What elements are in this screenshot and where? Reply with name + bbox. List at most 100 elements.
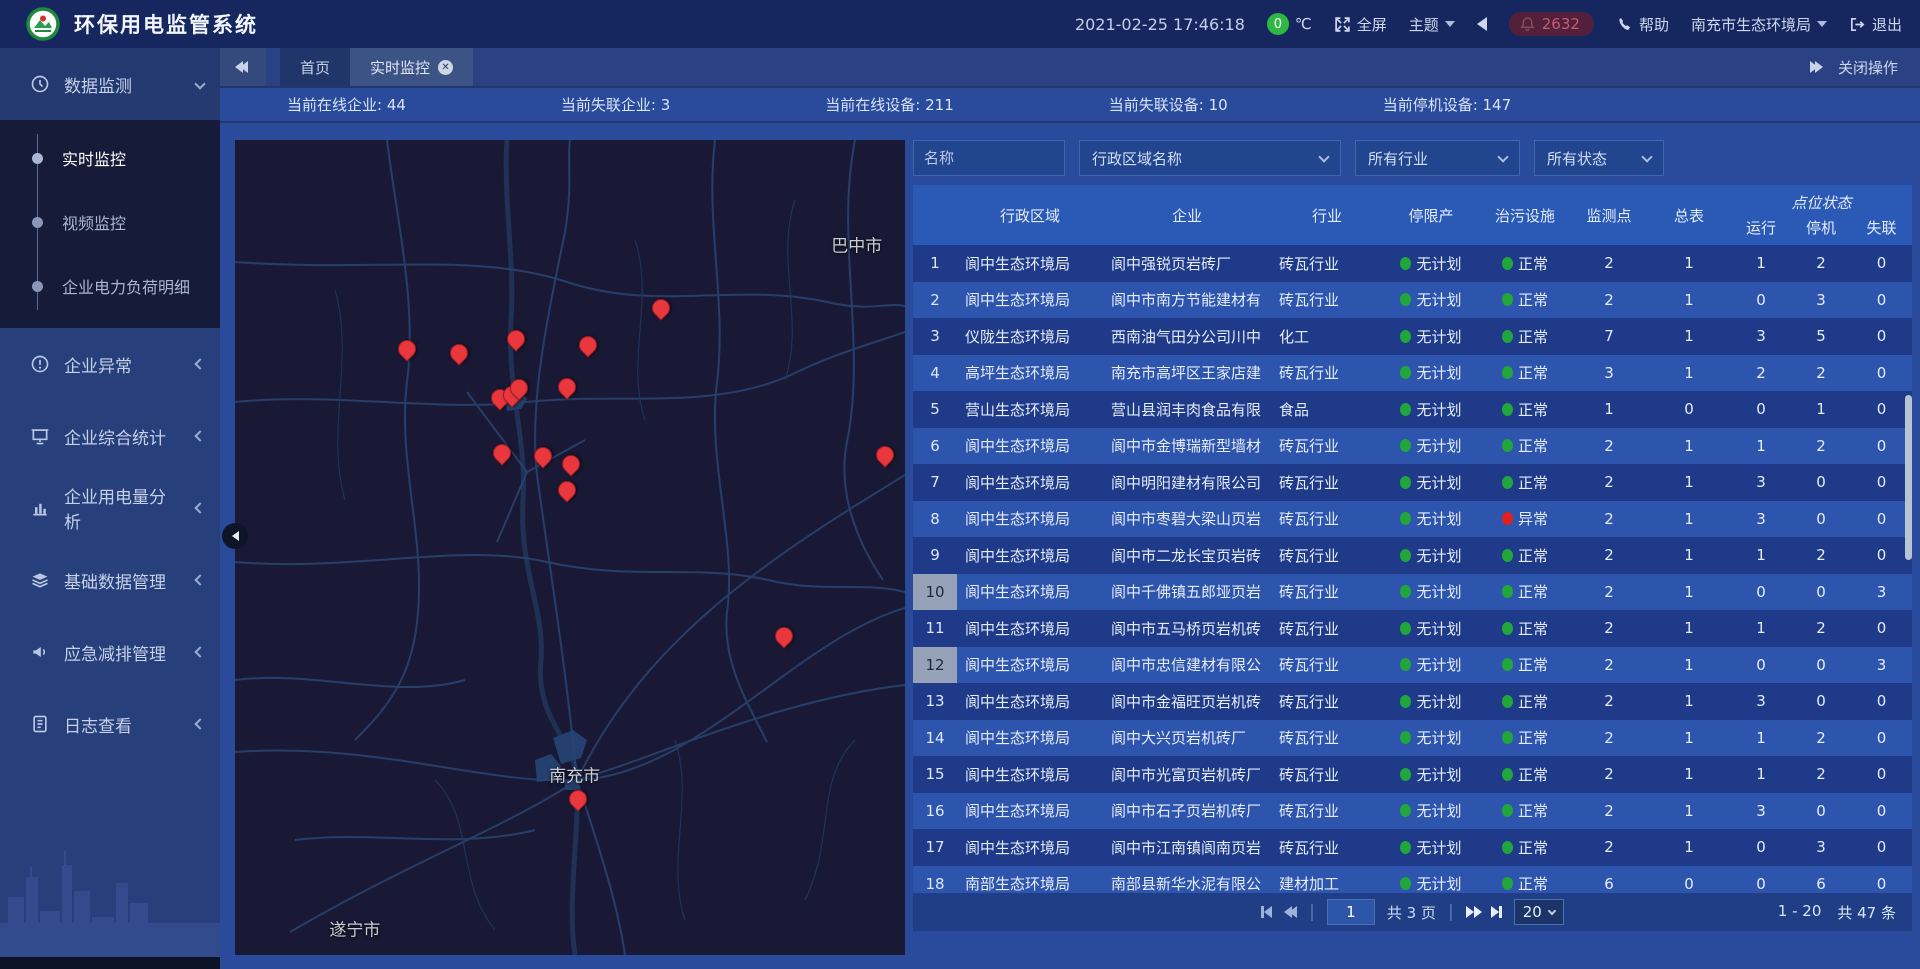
cell-industry: 砖瓦行业 xyxy=(1271,574,1383,611)
cell-running: 1 xyxy=(1731,720,1791,757)
logout-button[interactable]: 退出 xyxy=(1849,14,1902,35)
table-row[interactable]: 3 仪陇生态环境局 西南油气田分公司川中 化工 无计划 正常 7 1 3 5 0 xyxy=(913,318,1912,355)
cell-running: 3 xyxy=(1731,464,1791,501)
sidebar-item-1[interactable]: 企业异常 xyxy=(0,328,220,400)
page-title: 环保用电监管系统 xyxy=(74,9,258,39)
row-index: 9 xyxy=(913,537,957,574)
pagination-divider: | xyxy=(1309,902,1315,922)
name-filter-input[interactable] xyxy=(913,140,1065,176)
page-number-input[interactable] xyxy=(1327,899,1375,925)
cell-monitor-points: 2 xyxy=(1571,537,1647,574)
column-header[interactable]: 行业 xyxy=(1271,185,1383,245)
table-row[interactable]: 10 阆中生态环境局 阆中千佛镇五郎垭页岩 砖瓦行业 无计划 正常 2 1 0 … xyxy=(913,574,1912,611)
cell-company: 阆中市金福旺页岩机砖 xyxy=(1103,683,1271,720)
sidebar-item-0[interactable]: 数据监测 xyxy=(0,48,220,120)
cell-total-meters: 1 xyxy=(1647,537,1731,574)
status-dot xyxy=(1502,476,1513,489)
table-row[interactable]: 13 阆中生态环境局 阆中市金福旺页岩机砖 砖瓦行业 无计划 正常 2 1 3 … xyxy=(913,683,1912,720)
cell-offline: 0 xyxy=(1851,610,1912,647)
page-size-select[interactable]: 20 xyxy=(1514,899,1564,925)
table-row[interactable]: 11 阆中生态环境局 阆中市五马桥页岩机砖 砖瓦行业 无计划 正常 2 1 1 … xyxy=(913,610,1912,647)
column-header[interactable]: 总表 xyxy=(1647,185,1731,245)
fullscreen-button[interactable]: 全屏 xyxy=(1334,14,1387,35)
sidebar-subitem[interactable]: 实时监控 xyxy=(0,126,220,190)
cell-stopped: 0 xyxy=(1791,501,1851,538)
status-dot xyxy=(1400,585,1411,598)
stat-item: 当前在线设备: 211 xyxy=(825,94,953,115)
table-row[interactable]: 2 阆中生态环境局 阆中市南方节能建材有 砖瓦行业 无计划 正常 2 1 0 3… xyxy=(913,282,1912,319)
tab-1[interactable]: 实时监控 ✕ xyxy=(350,48,473,86)
next-page-button[interactable] xyxy=(1466,906,1479,918)
tab-close-icon[interactable]: ✕ xyxy=(438,60,453,75)
last-page-button[interactable] xyxy=(1491,906,1502,918)
table-row[interactable]: 12 阆中生态环境局 阆中市忠信建材有限公 砖瓦行业 无计划 正常 2 1 0 … xyxy=(913,647,1912,684)
sidebar-group: 企业综合统计 xyxy=(0,400,220,472)
column-subheader[interactable]: 停机 xyxy=(1791,215,1851,245)
status-dot xyxy=(1400,330,1411,343)
column-header[interactable]: 行政区域 xyxy=(957,185,1103,245)
table-row[interactable]: 9 阆中生态环境局 阆中市二龙长宝页岩砖 砖瓦行业 无计划 正常 2 1 1 2… xyxy=(913,537,1912,574)
table-row[interactable]: 5 营山生态环境局 营山县润丰肉食品有限 食品 无计划 正常 1 0 0 1 0 xyxy=(913,391,1912,428)
theme-dropdown[interactable]: 主题 xyxy=(1409,14,1455,35)
map-panel[interactable]: 巴中市南充市遂宁市 xyxy=(235,140,905,955)
status-filter-select[interactable]: 所有状态 xyxy=(1534,140,1664,176)
tab-0[interactable]: 首页 xyxy=(280,48,350,86)
table-row[interactable]: 14 阆中生态环境局 阆中大兴页岩机砖厂 砖瓦行业 无计划 正常 2 1 1 2… xyxy=(913,720,1912,757)
sidebar: 数据监测 实时监控 视频监控 企业电力负荷明细 企业异常 企业综合统计 企业用电… xyxy=(0,48,220,969)
table-row[interactable]: 18 南部生态环境局 南部县新华水泥有限公 建材加工 无计划 正常 6 0 0 … xyxy=(913,866,1912,894)
user-org-dropdown[interactable]: 南充市生态环境局 xyxy=(1691,14,1827,35)
first-page-button[interactable] xyxy=(1261,906,1272,918)
table-row[interactable]: 4 高坪生态环境局 南充市高坪区王家店建 砖瓦行业 无计划 正常 3 1 2 2… xyxy=(913,355,1912,392)
industry-filter-select[interactable]: 所有行业 xyxy=(1355,140,1520,176)
sidebar-subitem[interactable]: 视频监控 xyxy=(0,190,220,254)
cell-stopped: 1 xyxy=(1791,391,1851,428)
column-header[interactable]: 治污设施 xyxy=(1479,185,1571,245)
sidebar-item-4[interactable]: 基础数据管理 xyxy=(0,544,220,616)
sidebar-item-5[interactable]: 应急减排管理 xyxy=(0,616,220,688)
sidebar-item-3[interactable]: 企业用电量分析 xyxy=(0,472,220,544)
row-index: 11 xyxy=(913,610,957,647)
cell-stopped: 0 xyxy=(1791,683,1851,720)
cell-company: 西南油气田分公司川中 xyxy=(1103,318,1271,355)
table-row[interactable]: 16 阆中生态环境局 阆中市石子页岩机砖厂 砖瓦行业 无计划 正常 2 1 3 … xyxy=(913,793,1912,830)
cell-monitor-points: 2 xyxy=(1571,464,1647,501)
table-row[interactable]: 8 阆中生态环境局 阆中市枣碧大梁山页岩 砖瓦行业 无计划 异常 2 1 3 0… xyxy=(913,501,1912,538)
tabs-scroll-left-button[interactable] xyxy=(220,48,266,86)
close-operations-dropdown[interactable]: 关闭操作 xyxy=(1838,57,1898,78)
table-row[interactable]: 1 阆中生态环境局 阆中强锐页岩砖厂 砖瓦行业 无计划 正常 2 1 1 2 0 xyxy=(913,245,1912,282)
tabs-scroll-right-button[interactable] xyxy=(1810,61,1820,73)
cell-total-meters: 1 xyxy=(1647,720,1731,757)
column-subheader[interactable]: 失联 xyxy=(1851,215,1912,245)
map-collapse-toggle[interactable] xyxy=(222,523,248,549)
column-header[interactable]: 企业 xyxy=(1103,185,1271,245)
prev-page-button[interactable] xyxy=(1284,906,1297,918)
sidebar-group: 日志查看 xyxy=(0,688,220,760)
column-header[interactable]: 监测点 xyxy=(1571,185,1647,245)
cell-industry: 建材加工 xyxy=(1271,866,1383,894)
cell-total-meters: 1 xyxy=(1647,355,1731,392)
notification-badge[interactable]: 2632 xyxy=(1509,12,1594,36)
sidebar-item-2[interactable]: 企业综合统计 xyxy=(0,400,220,472)
cell-industry: 砖瓦行业 xyxy=(1271,720,1383,757)
column-subheader[interactable]: 运行 xyxy=(1731,215,1791,245)
table-row[interactable]: 17 阆中生态环境局 阆中市江南镇阆南页岩 砖瓦行业 无计划 正常 2 1 0 … xyxy=(913,829,1912,866)
table-row[interactable]: 15 阆中生态环境局 阆中市光富页岩机砖厂 砖瓦行业 无计划 正常 2 1 1 … xyxy=(913,756,1912,793)
cell-total-meters: 1 xyxy=(1647,464,1731,501)
cell-stopped: 0 xyxy=(1791,793,1851,830)
cell-industry: 砖瓦行业 xyxy=(1271,829,1383,866)
sound-toggle[interactable] xyxy=(1477,17,1487,31)
row-index: 12 xyxy=(913,647,957,684)
cell-stopped: 0 xyxy=(1791,464,1851,501)
map-city-label: 巴中市 xyxy=(831,232,882,257)
table-row[interactable]: 7 阆中生态环境局 阆中明阳建材有限公司 砖瓦行业 无计划 正常 2 1 3 0… xyxy=(913,464,1912,501)
status-dot xyxy=(1502,768,1513,781)
sidebar-group: 企业异常 xyxy=(0,328,220,400)
column-header[interactable]: 停限产 xyxy=(1383,185,1479,245)
table-row[interactable]: 6 阆中生态环境局 阆中市金博瑞新型墙材 砖瓦行业 无计划 正常 2 1 1 2… xyxy=(913,428,1912,465)
sidebar-subitem[interactable]: 企业电力负荷明细 xyxy=(0,254,220,318)
region-filter-select[interactable]: 行政区域名称 xyxy=(1079,140,1341,176)
help-button[interactable]: 帮助 xyxy=(1616,14,1669,35)
sidebar-item-6[interactable]: 日志查看 xyxy=(0,688,220,760)
row-index: 14 xyxy=(913,720,957,757)
table-scrollbar[interactable] xyxy=(1905,395,1912,560)
